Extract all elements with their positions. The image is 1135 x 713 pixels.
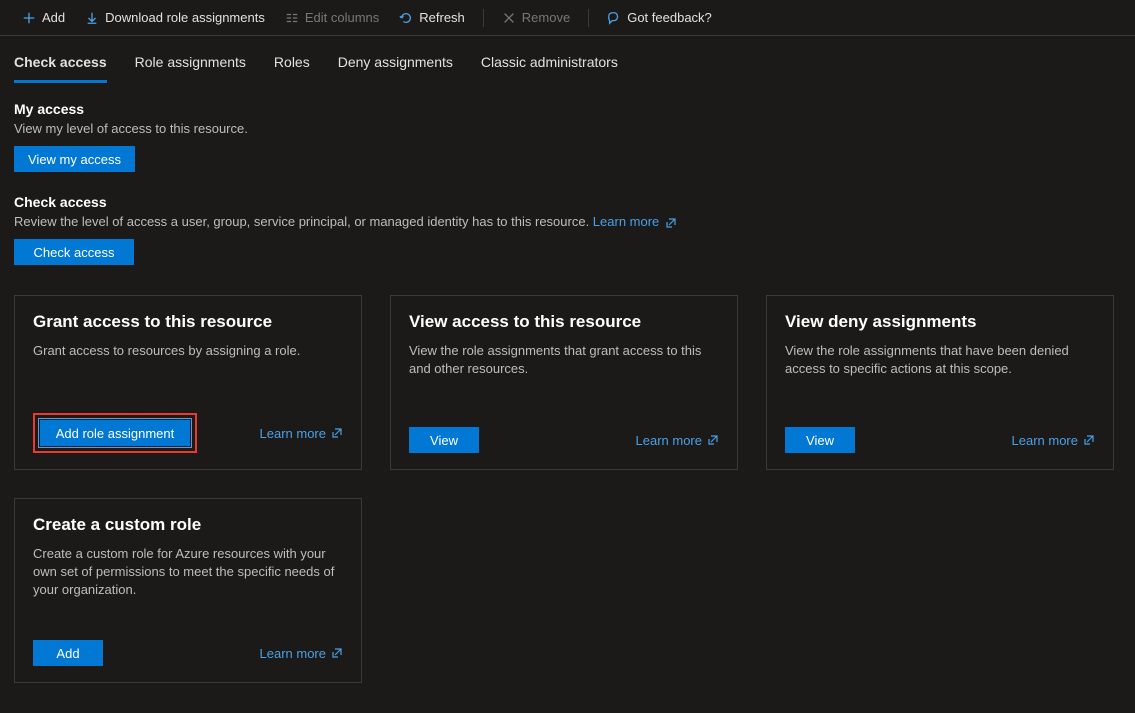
refresh-icon <box>399 11 413 25</box>
card-custom-role-desc: Create a custom role for Azure resources… <box>33 545 343 600</box>
toolbar: Add Download role assignments Edit colum… <box>0 0 1135 36</box>
external-link-icon <box>707 434 719 446</box>
cards-row-1: Grant access to this resource Grant acce… <box>14 295 1121 470</box>
tab-check-access[interactable]: Check access <box>14 54 107 83</box>
external-link-icon <box>331 427 343 439</box>
toolbar-edit-columns-label: Edit columns <box>305 10 379 25</box>
card-custom-role-title: Create a custom role <box>33 515 343 535</box>
toolbar-refresh[interactable]: Refresh <box>391 6 473 29</box>
card-grant-learn-more[interactable]: Learn more <box>260 426 343 441</box>
card-view-access-footer: View Learn more <box>409 427 719 453</box>
tab-role-assignments[interactable]: Role assignments <box>135 54 246 83</box>
plus-icon <box>22 11 36 25</box>
card-view-deny-title: View deny assignments <box>785 312 1095 332</box>
add-role-assignment-button[interactable]: Add role assignment <box>40 420 190 446</box>
toolbar-separator <box>588 9 589 27</box>
card-custom-role-footer: Add Learn more <box>33 640 343 666</box>
card-grant-footer: Add role assignment Learn more <box>33 413 343 453</box>
card-view-deny: View deny assignments View the role assi… <box>766 295 1114 470</box>
section-check-access: Check access Review the level of access … <box>14 194 1121 265</box>
content: My access View my level of access to thi… <box>0 83 1135 713</box>
view-access-button[interactable]: View <box>409 427 479 453</box>
view-deny-button[interactable]: View <box>785 427 855 453</box>
card-custom-role: Create a custom role Create a custom rol… <box>14 498 362 683</box>
card-view-deny-footer: View Learn more <box>785 427 1095 453</box>
card-view-deny-learn-more-text: Learn more <box>1012 433 1078 448</box>
toolbar-download[interactable]: Download role assignments <box>77 6 273 29</box>
tab-roles[interactable]: Roles <box>274 54 310 83</box>
toolbar-download-label: Download role assignments <box>105 10 265 25</box>
check-access-desc: Review the level of access a user, group… <box>14 214 1121 229</box>
toolbar-feedback-label: Got feedback? <box>627 10 712 25</box>
external-link-icon <box>665 217 677 229</box>
card-view-deny-learn-more[interactable]: Learn more <box>1012 433 1095 448</box>
toolbar-add-label: Add <box>42 10 65 25</box>
card-view-access-learn-more-text: Learn more <box>636 433 702 448</box>
card-custom-role-learn-more-text: Learn more <box>260 646 326 661</box>
section-my-access: My access View my level of access to thi… <box>14 101 1121 172</box>
tab-classic-administrators[interactable]: Classic administrators <box>481 54 618 83</box>
tabs: Check access Role assignments Roles Deny… <box>0 36 1135 83</box>
view-my-access-button[interactable]: View my access <box>14 146 135 172</box>
card-grant-learn-more-text: Learn more <box>260 426 326 441</box>
toolbar-remove-label: Remove <box>522 10 570 25</box>
my-access-desc: View my level of access to this resource… <box>14 121 1121 136</box>
toolbar-add[interactable]: Add <box>14 6 73 29</box>
external-link-icon <box>331 647 343 659</box>
card-custom-role-learn-more[interactable]: Learn more <box>260 646 343 661</box>
card-view-access-desc: View the role assignments that grant acc… <box>409 342 719 378</box>
columns-icon <box>285 11 299 25</box>
card-view-access: View access to this resource View the ro… <box>390 295 738 470</box>
check-access-learn-more-text: Learn more <box>593 214 659 229</box>
check-access-title: Check access <box>14 194 1121 210</box>
tab-deny-assignments[interactable]: Deny assignments <box>338 54 453 83</box>
external-link-icon <box>1083 434 1095 446</box>
check-access-learn-more-link[interactable]: Learn more <box>593 214 677 229</box>
card-view-deny-desc: View the role assignments that have been… <box>785 342 1095 378</box>
toolbar-refresh-label: Refresh <box>419 10 465 25</box>
card-grant-title: Grant access to this resource <box>33 312 343 332</box>
toolbar-remove: Remove <box>494 6 578 29</box>
card-view-access-title: View access to this resource <box>409 312 719 332</box>
toolbar-separator <box>483 9 484 27</box>
feedback-icon <box>607 11 621 25</box>
check-access-desc-text: Review the level of access a user, group… <box>14 214 593 229</box>
download-icon <box>85 11 99 25</box>
card-grant-access: Grant access to this resource Grant acce… <box>14 295 362 470</box>
toolbar-edit-columns: Edit columns <box>277 6 387 29</box>
my-access-title: My access <box>14 101 1121 117</box>
card-view-access-learn-more[interactable]: Learn more <box>636 433 719 448</box>
cards-row-2: Create a custom role Create a custom rol… <box>14 498 1121 683</box>
add-custom-role-button[interactable]: Add <box>33 640 103 666</box>
card-grant-desc: Grant access to resources by assigning a… <box>33 342 343 360</box>
remove-icon <box>502 11 516 25</box>
add-role-assignment-highlight: Add role assignment <box>33 413 197 453</box>
check-access-button[interactable]: Check access <box>14 239 134 265</box>
toolbar-feedback[interactable]: Got feedback? <box>599 6 720 29</box>
